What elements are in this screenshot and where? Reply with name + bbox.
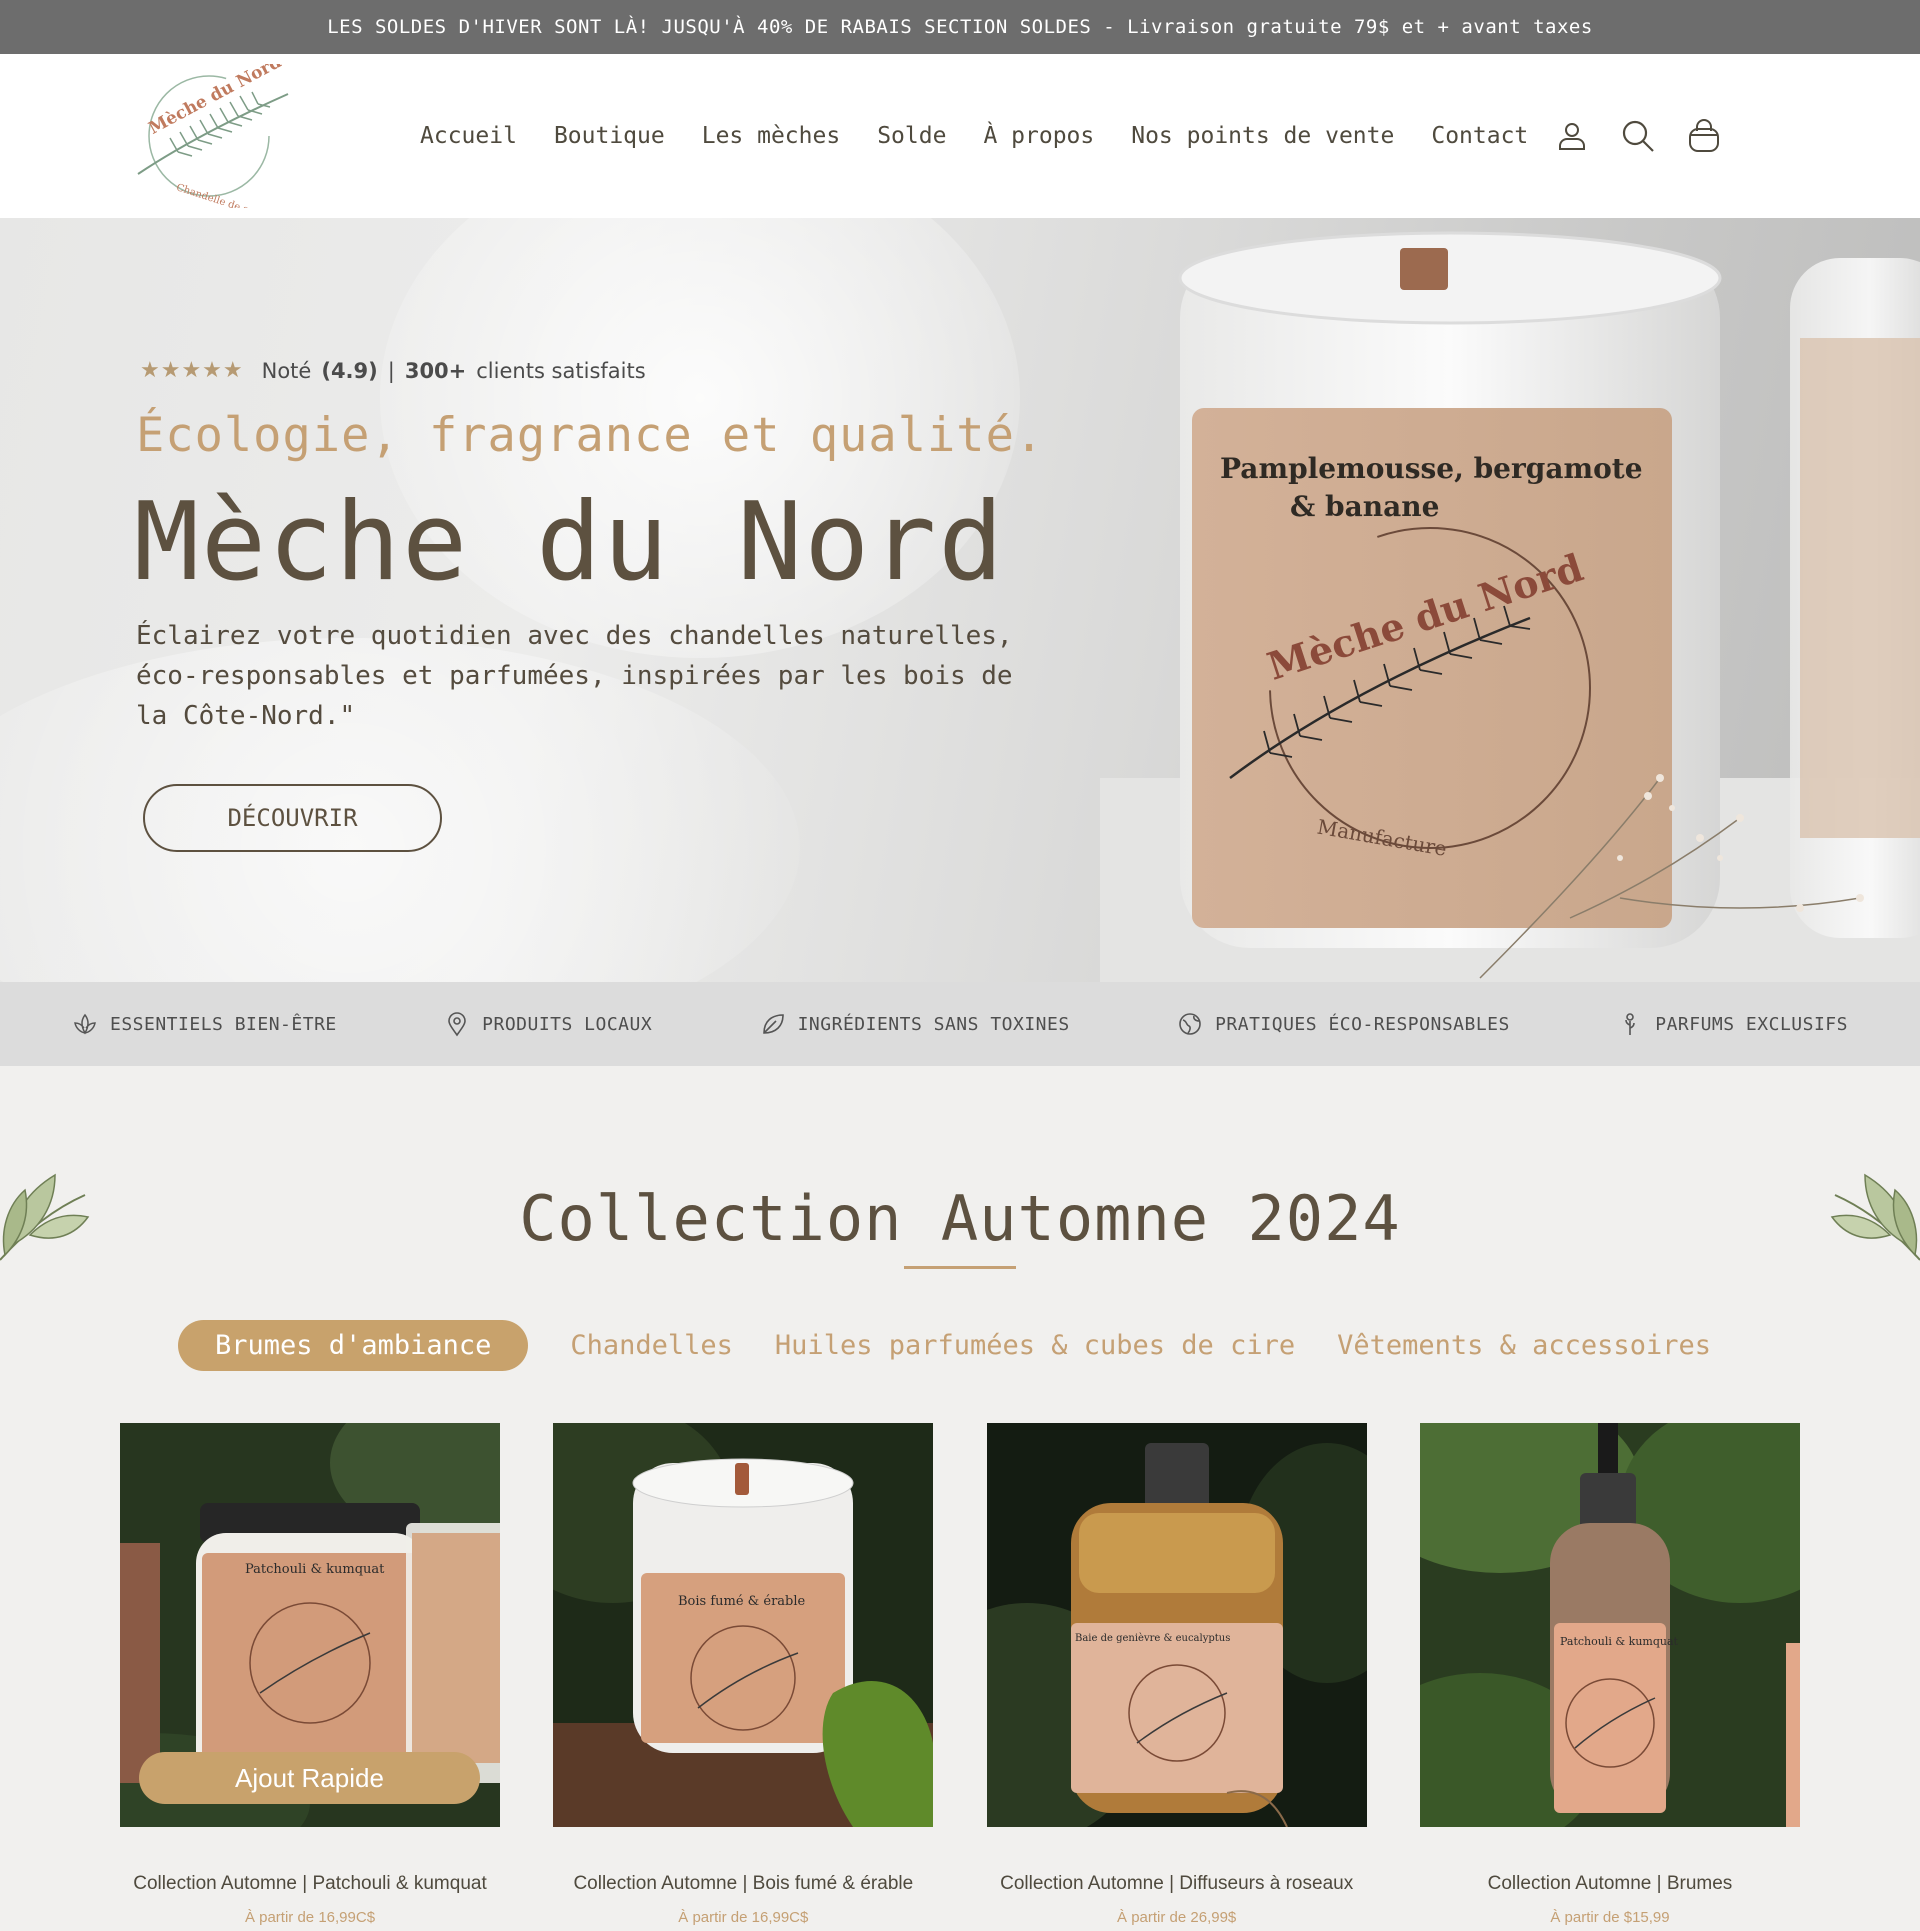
main-nav: Accueil Boutique Les mèches Solde À prop… <box>420 54 1528 218</box>
hero-banner: Pamplemousse, bergamote & banane Mèche d… <box>0 218 1920 982</box>
clients-count: 300+ <box>404 358 467 383</box>
product-card[interactable]: Patchouli & kumquat Collection Automne |… <box>1419 1423 1800 1926</box>
rating-separator: | <box>387 358 395 383</box>
nav-accueil[interactable]: Accueil <box>420 123 517 149</box>
logo-subtext: Chandelle de soya <box>175 182 266 208</box>
account-icon[interactable] <box>1554 118 1590 154</box>
product-image[interactable]: Bois fumé & érable <box>553 1423 934 1827</box>
product-name[interactable]: Collection Automne | Brumes <box>1420 1873 1800 1895</box>
product-grid: Patchouli & kumquat Ajout Rapide Collect… <box>120 1423 1800 1926</box>
product-card[interactable]: Baie de genièvre & eucalyptus Collection… <box>986 1423 1367 1926</box>
feature-item: PARFUMS EXCLUSIFS <box>1617 1011 1848 1037</box>
product-name[interactable]: Collection Automne | Bois fumé & érable <box>553 1873 933 1895</box>
product-label: Patchouli & kumquat <box>245 1562 385 1577</box>
collection-tabs: Brumes d'ambiance Chandelles Huiles parf… <box>0 1320 1920 1371</box>
leaf-icon <box>762 1014 784 1034</box>
nav-a-propos[interactable]: À propos <box>983 123 1094 149</box>
feature-label: INGRÉDIENTS SANS TOXINES <box>797 1013 1070 1035</box>
collection-title: Collection Automne 2024 <box>519 1182 1401 1255</box>
cart-icon[interactable] <box>1686 118 1722 154</box>
feature-label: PARFUMS EXCLUSIFS <box>1655 1013 1848 1035</box>
logo-text: Mèche du Nord <box>146 64 285 139</box>
product-label: Baie de genièvre & eucalyptus <box>1075 1633 1230 1644</box>
title-underline <box>904 1266 1016 1269</box>
feature-label: ESSENTIELS BIEN-ÊTRE <box>110 1013 337 1035</box>
product-image[interactable]: Patchouli & kumquat <box>1419 1423 1800 1827</box>
product-label: Bois fumé & érable <box>678 1594 806 1609</box>
nav-les-meches[interactable]: Les mèches <box>702 123 840 149</box>
product-label: Patchouli & kumquat <box>1560 1635 1679 1648</box>
location-pin-icon <box>448 1012 466 1037</box>
product-name[interactable]: Collection Automne | Diffuseurs à roseau… <box>987 1873 1367 1895</box>
feature-item: PRATIQUES ÉCO-RESPONSABLES <box>1177 1011 1510 1037</box>
quick-add-button[interactable]: Ajout Rapide <box>139 1752 480 1804</box>
tab-huiles[interactable]: Huiles parfumées & cubes de cire <box>775 1320 1295 1371</box>
site-header: Mèche du Nord Chandelle de soya Accueil … <box>0 54 1920 218</box>
product-price: À partir de 16,99C$ <box>678 1909 809 1926</box>
search-icon[interactable] <box>1620 118 1656 154</box>
product-price: À partir de 26,99$ <box>1117 1909 1237 1926</box>
decouvrir-button[interactable]: DÉCOUVRIR <box>143 784 442 852</box>
hero-jar-label-line1: Pamplemousse, bergamote <box>1220 452 1643 485</box>
hero-jar-label-line2: & banane <box>1290 490 1439 523</box>
flower-icon <box>1625 1013 1636 1035</box>
product-price: À partir de $15,99 <box>1550 1909 1670 1926</box>
hero-description: Éclairez votre quotidien avec des chande… <box>136 621 1013 731</box>
nav-solde[interactable]: Solde <box>877 123 946 149</box>
rating-value: (4.9) <box>321 358 378 383</box>
features-bar: ESSENTIELS BIEN-ÊTRE PRODUITS LOCAUX ING… <box>0 982 1920 1066</box>
rating-stars: ★★★★★ <box>140 358 244 383</box>
lotus-icon <box>74 1013 96 1035</box>
nav-points-de-vente[interactable]: Nos points de vente <box>1131 123 1394 149</box>
nav-contact[interactable]: Contact <box>1431 123 1528 149</box>
product-card[interactable]: Bois fumé & érable Collection Automne | … <box>553 1423 934 1926</box>
feature-item: PRODUITS LOCAUX <box>444 1011 652 1037</box>
announcement-text: LES SOLDES D'HIVER SONT LÀ! JUSQU'À 40% … <box>327 16 1593 38</box>
product-card[interactable]: Patchouli & kumquat Ajout Rapide Collect… <box>120 1423 500 1926</box>
feature-item: ESSENTIELS BIEN-ÊTRE <box>72 1011 337 1037</box>
feature-label: PRATIQUES ÉCO-RESPONSABLES <box>1215 1013 1510 1035</box>
clients-label: clients satisfaits <box>476 358 646 383</box>
product-price: À partir de 16,99C$ <box>244 1909 376 1926</box>
header-icons <box>1554 54 1722 218</box>
globe-icon <box>1179 1013 1201 1035</box>
logo[interactable]: Mèche du Nord Chandelle de soya <box>118 64 300 208</box>
tab-vetements[interactable]: Vêtements & accessoires <box>1337 1320 1711 1371</box>
tab-brumes[interactable]: Brumes d'ambiance <box>178 1320 529 1371</box>
product-name[interactable]: Collection Automne | Patchouli & kumquat <box>120 1873 500 1895</box>
announcement-bar: LES SOLDES D'HIVER SONT LÀ! JUSQU'À 40% … <box>0 0 1920 54</box>
hero-tagline: Écologie, fragrance et qualité. <box>136 408 1045 463</box>
hero-title: Mèche du Nord <box>134 480 1006 605</box>
product-image[interactable]: Baie de genièvre & eucalyptus <box>986 1423 1367 1827</box>
hero-candle-image: Pamplemousse, bergamote & banane Mèche d… <box>1100 231 1920 982</box>
tab-chandelles[interactable]: Chandelles <box>570 1320 733 1371</box>
product-image[interactable]: Patchouli & kumquat Ajout Rapide <box>120 1423 500 1827</box>
feature-item: INGRÉDIENTS SANS TOXINES <box>760 1011 1070 1037</box>
feature-label: PRODUITS LOCAUX <box>482 1013 653 1035</box>
rating: ★★★★★ Noté (4.9) | 300+ clients satisfai… <box>140 358 646 383</box>
nav-boutique[interactable]: Boutique <box>554 123 665 149</box>
rating-label: Noté <box>261 358 312 383</box>
